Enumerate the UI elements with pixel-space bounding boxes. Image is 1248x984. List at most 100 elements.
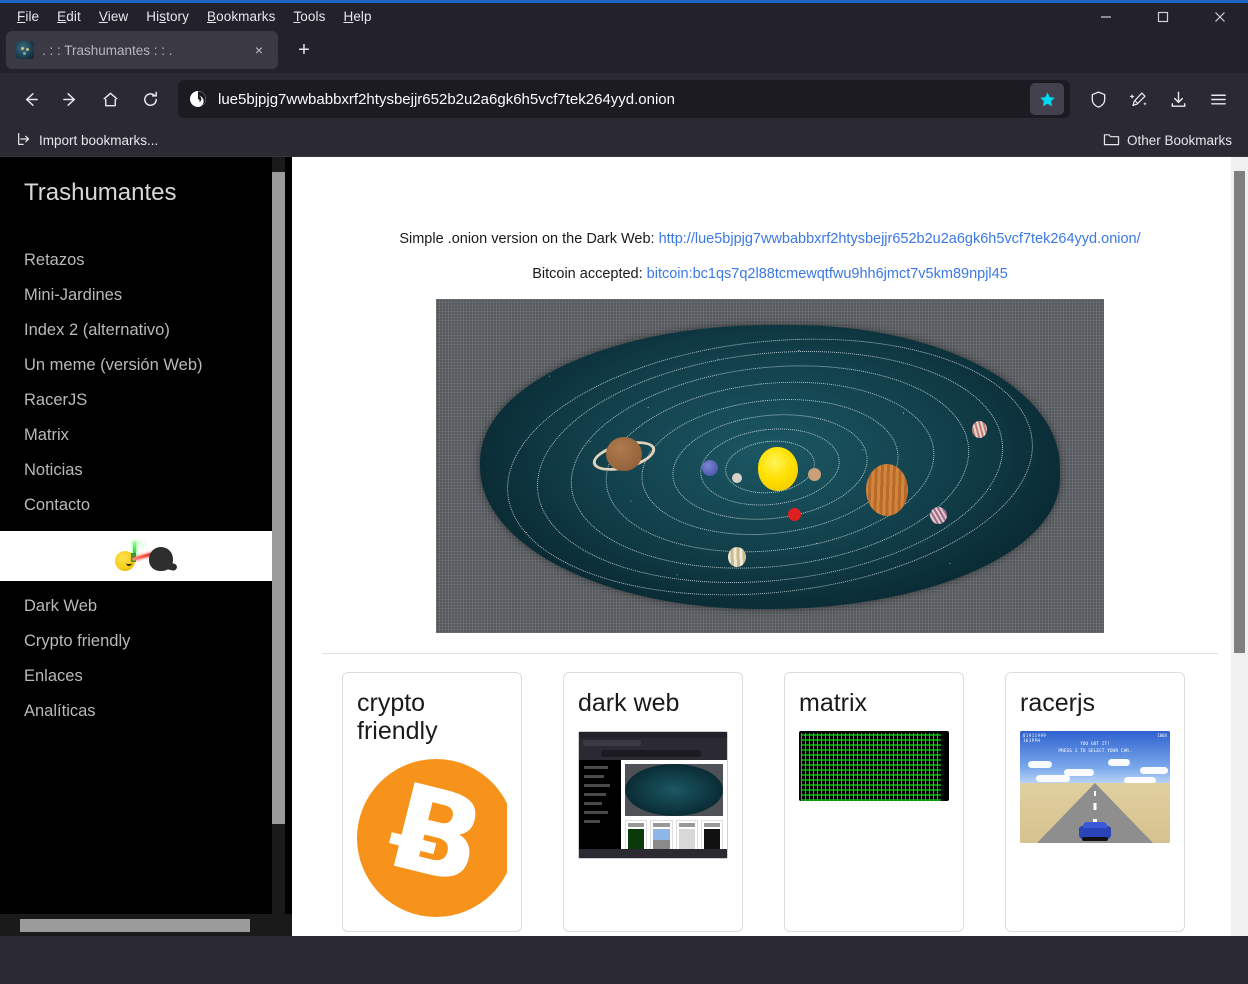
navigation-toolbar: lue5bjpjg7wwbabbxrf2htysbejjr652b2u2a6gk… [0,73,1248,125]
sidebar-item-contacto[interactable]: Contacto [0,488,292,523]
sidebar-item-mini-jardines[interactable]: Mini-Jardines [0,278,292,313]
trashumantes-favicon [16,41,34,59]
sidebar-horizontal-scrollbar-thumb[interactable] [20,919,250,932]
home-icon[interactable] [92,81,128,117]
sidebar-item-matrix[interactable]: Matrix [0,418,292,453]
onion-line: Simple .onion version on the Dark Web: h… [322,229,1218,250]
planet-pluto [728,547,746,568]
sidebar-item-index-2[interactable]: Index 2 (alternativo) [0,313,292,348]
bitcoin-symbol: Ƀ [376,759,498,912]
sidebar-nav: Trashumantes Retazos Mini-Jardines Index… [0,157,292,914]
card-title: matrix [799,689,868,718]
url-bar[interactable]: lue5bjpjg7wwbabbxrf2htysbejjr652b2u2a6gk… [178,80,1070,118]
card-crypto-friendly[interactable]: crypto friendly Ƀ [342,672,522,933]
solar-system-mat-photo [436,299,1104,634]
menu-history[interactable]: History [137,6,198,27]
url-text: lue5bjpjg7wwbabbxrf2htysbejjr652b2u2a6gk… [218,90,675,108]
bitcoin-link[interactable]: bitcoin:bc1qs7q2l88tcmewqtfwu9hh6jmct7v5… [647,266,1008,282]
other-bookmarks-label: Other Bookmarks [1126,133,1232,148]
darkweb-screenshot-thumb [578,731,728,860]
planet-venus [808,468,821,482]
sidebar-item-analiticas[interactable]: Analíticas [0,694,292,729]
import-bookmarks-label: Import bookmarks... [39,133,159,148]
bitcoin-line-prefix: Bitcoin accepted: [532,266,647,283]
onion-link[interactable]: http://lue5bjpjg7wwbabbxrf2htysbejjr652b… [659,231,1141,247]
racer-hud-zoom: 100X [1157,733,1167,739]
tab-strip: . : : Trashumantes : : . × + [0,30,1248,73]
menu-tools[interactable]: Tools [284,6,334,27]
maximize-button[interactable] [1134,3,1191,30]
site-title: Trashumantes [24,179,177,206]
new-tab-button[interactable]: + [288,34,320,66]
window-controls [1077,3,1248,30]
matrix-rain-thumb [799,731,949,802]
planet-earth [702,460,718,477]
card-title: dark web [578,689,680,718]
close-button[interactable] [1191,3,1248,30]
racerjs-game-thumb: 01911999 163PPH 100X YOU GOT IT! PRESS 1… [1020,731,1170,844]
card-title: crypto friendly [357,689,438,746]
planet-jupiter [866,464,908,517]
menu-view[interactable]: View [90,6,137,27]
onion-line-prefix: Simple .onion version on the Dark Web: [399,231,659,247]
import-bookmarks-button[interactable]: Import bookmarks... [10,128,164,153]
sidebar-item-un-meme[interactable]: Un meme (versión Web) [0,348,292,383]
planet-mercury [732,473,742,484]
onion-icon [188,89,208,109]
broom-sparkle-icon[interactable] [1120,81,1156,117]
solar-system-mat [480,325,1060,610]
browser-window: File Edit View History Bookmarks Tools H… [0,0,1248,984]
card-matrix[interactable]: matrix [784,672,964,933]
sidebar-item-retazos[interactable]: Retazos [0,243,292,278]
card-racerjs[interactable]: racerjs 01911999 163PPH 100X YOU GOT IT!… [1005,672,1185,933]
forward-arrow-icon[interactable] [52,81,88,117]
bitcoin-logo-icon: Ƀ [357,759,507,918]
menu-file[interactable]: File [8,6,48,27]
planet-mars [788,508,801,522]
tab-title: . : : Trashumantes : : . [42,42,173,58]
page-main: Simple .onion version on the Dark Web: h… [292,157,1248,936]
other-bookmarks-button[interactable]: Other Bookmarks [1097,129,1238,153]
planet-neptune [930,507,947,525]
planet-uranus [972,421,987,439]
sidebar-item-meme-image[interactable] [0,531,292,581]
bitcoin-line: Bitcoin accepted: bitcoin:bc1qs7q2l88tcm… [322,264,1218,285]
folder-icon [1103,132,1120,150]
sidebar-vertical-scrollbar-thumb[interactable] [272,172,285,824]
hamburger-menu-icon[interactable] [1200,81,1236,117]
menu-help[interactable]: Help [334,6,380,27]
close-icon[interactable]: × [248,39,270,61]
racer-hud-center: YOU GOT IT! PRESS 1 TO SELECT YOUR CAR. [1058,742,1132,754]
planet-saturn [606,437,642,472]
shield-icon[interactable] [1080,81,1116,117]
intro-block: Simple .onion version on the Dark Web: h… [322,157,1218,285]
import-icon [16,131,32,150]
minimize-button[interactable] [1077,3,1134,30]
meme-pixel-art-icon [111,538,181,573]
bookmark-star-button[interactable] [1030,83,1064,115]
download-icon[interactable] [1160,81,1196,117]
back-arrow-icon[interactable] [12,81,48,117]
menu-bar: File Edit View History Bookmarks Tools H… [0,3,1248,30]
planet-sun [758,447,798,492]
sidebar-item-racerjs[interactable]: RacerJS [0,383,292,418]
window-bottom-bar [0,936,1248,984]
page-content: Trashumantes Retazos Mini-Jardines Index… [0,157,1248,936]
card-dark-web[interactable]: dark web [563,672,743,933]
site-sidebar: Trashumantes Retazos Mini-Jardines Index… [0,157,292,936]
menu-edit[interactable]: Edit [48,6,90,27]
racer-player-car [1079,822,1111,842]
sidebar-item-noticias[interactable]: Noticias [0,453,292,488]
sidebar-edge [285,157,292,936]
reload-icon[interactable] [132,81,168,117]
page-vertical-scrollbar-thumb[interactable] [1234,171,1245,653]
sidebar-horizontal-scrollbar-track[interactable] [0,914,292,936]
card-grid: crypto friendly Ƀ dark web matrix racerj… [322,654,1218,933]
card-title: racerjs [1020,689,1096,718]
sidebar-item-enlaces[interactable]: Enlaces [0,659,292,694]
sidebar-item-dark-web[interactable]: Dark Web [0,589,292,624]
menu-bookmarks[interactable]: Bookmarks [198,6,284,27]
tab-trashumantes[interactable]: . : : Trashumantes : : . × [6,31,278,69]
sidebar-item-crypto-friendly[interactable]: Crypto friendly [0,624,292,659]
bookmarks-bar: Import bookmarks... Other Bookmarks [0,125,1248,157]
